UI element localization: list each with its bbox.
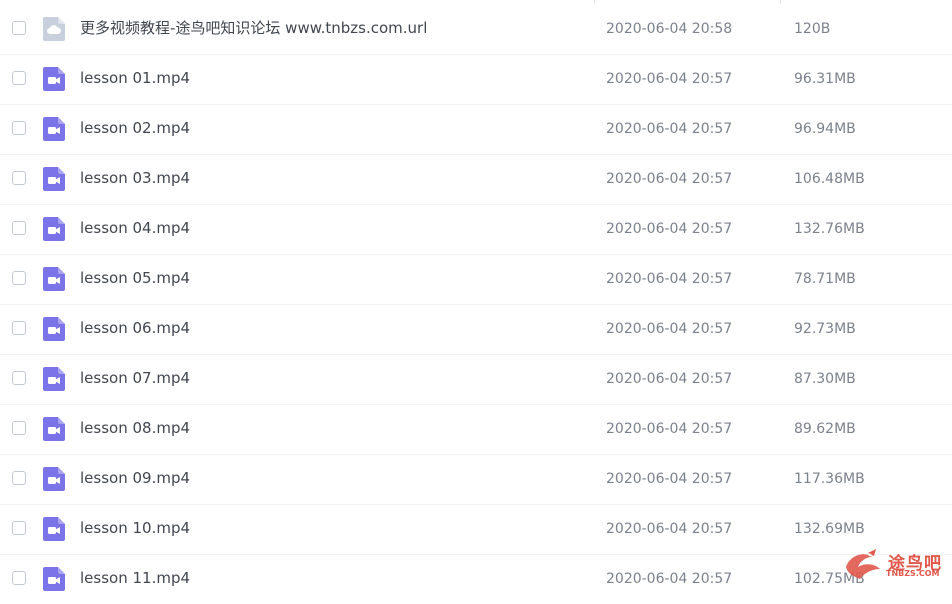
- file-name[interactable]: lesson 08.mp4: [80, 418, 190, 438]
- file-size: 120B: [794, 21, 831, 37]
- file-name[interactable]: lesson 09.mp4: [80, 468, 190, 488]
- row-checkbox[interactable]: [12, 71, 26, 85]
- file-name[interactable]: 更多视频教程-途鸟吧知识论坛 www.tnbzs.com.url: [80, 18, 427, 38]
- file-date: 2020-06-04 20:57: [606, 421, 733, 437]
- file-size: 87.30MB: [794, 371, 856, 387]
- file-row[interactable]: lesson 07.mp4 2020-06-04 20:57 87.30MB: [0, 354, 952, 404]
- file-date: 2020-06-04 20:57: [606, 271, 733, 287]
- row-checkbox[interactable]: [12, 471, 26, 485]
- file-date: 2020-06-04 20:57: [606, 71, 733, 87]
- file-date: 2020-06-04 20:57: [606, 521, 733, 537]
- file-row[interactable]: lesson 04.mp4 2020-06-04 20:57 132.76MB: [0, 204, 952, 254]
- video-file-icon: [43, 217, 65, 241]
- file-date: 2020-06-04 20:57: [606, 171, 733, 187]
- file-date: 2020-06-04 20:57: [606, 321, 733, 337]
- file-date: 2020-06-04 20:57: [606, 221, 733, 237]
- file-name[interactable]: lesson 05.mp4: [80, 268, 190, 288]
- file-size: 89.62MB: [794, 421, 856, 437]
- video-file-icon: [43, 317, 65, 341]
- file-row[interactable]: lesson 05.mp4 2020-06-04 20:57 78.71MB: [0, 254, 952, 304]
- file-date: 2020-06-04 20:57: [606, 121, 733, 137]
- file-date: 2020-06-04 20:57: [606, 471, 733, 487]
- file-row[interactable]: lesson 09.mp4 2020-06-04 20:57 117.36MB: [0, 454, 952, 504]
- file-row[interactable]: lesson 08.mp4 2020-06-04 20:57 89.62MB: [0, 404, 952, 454]
- file-name[interactable]: lesson 07.mp4: [80, 368, 190, 388]
- file-size: 106.48MB: [794, 171, 865, 187]
- video-file-icon: [43, 517, 65, 541]
- row-checkbox[interactable]: [12, 371, 26, 385]
- row-checkbox[interactable]: [12, 21, 26, 35]
- file-name[interactable]: lesson 04.mp4: [80, 218, 190, 238]
- file-size: 132.76MB: [794, 221, 865, 237]
- video-file-icon: [43, 67, 65, 91]
- file-row[interactable]: lesson 03.mp4 2020-06-04 20:57 106.48MB: [0, 154, 952, 204]
- file-name[interactable]: lesson 10.mp4: [80, 518, 190, 538]
- video-file-icon: [43, 117, 65, 141]
- file-name[interactable]: lesson 01.mp4: [80, 68, 190, 88]
- file-date: 2020-06-04 20:58: [606, 21, 733, 37]
- row-checkbox[interactable]: [12, 121, 26, 135]
- file-size: 96.94MB: [794, 121, 856, 137]
- file-size: 117.36MB: [794, 471, 865, 487]
- file-row[interactable]: lesson 10.mp4 2020-06-04 20:57 132.69MB: [0, 504, 952, 554]
- file-row[interactable]: lesson 02.mp4 2020-06-04 20:57 96.94MB: [0, 104, 952, 154]
- video-file-icon: [43, 567, 65, 591]
- file-date: 2020-06-04 20:57: [606, 571, 733, 587]
- file-list: 更多视频教程-途鸟吧知识论坛 www.tnbzs.com.url 2020-06…: [0, 4, 952, 604]
- file-size: 102.75MB: [794, 571, 865, 587]
- file-date: 2020-06-04 20:57: [606, 371, 733, 387]
- file-name[interactable]: lesson 02.mp4: [80, 118, 190, 138]
- file-size: 78.71MB: [794, 271, 856, 287]
- file-name[interactable]: lesson 06.mp4: [80, 318, 190, 338]
- video-file-icon: [43, 417, 65, 441]
- file-name[interactable]: lesson 11.mp4: [80, 568, 190, 588]
- file-size: 92.73MB: [794, 321, 856, 337]
- file-row[interactable]: 更多视频教程-途鸟吧知识论坛 www.tnbzs.com.url 2020-06…: [0, 4, 952, 54]
- video-file-icon: [43, 167, 65, 191]
- row-checkbox[interactable]: [12, 321, 26, 335]
- file-name[interactable]: lesson 03.mp4: [80, 168, 190, 188]
- row-checkbox[interactable]: [12, 171, 26, 185]
- file-row[interactable]: lesson 01.mp4 2020-06-04 20:57 96.31MB: [0, 54, 952, 104]
- file-size: 96.31MB: [794, 71, 856, 87]
- file-size: 132.69MB: [794, 521, 865, 537]
- row-checkbox[interactable]: [12, 571, 26, 585]
- file-row[interactable]: lesson 06.mp4 2020-06-04 20:57 92.73MB: [0, 304, 952, 354]
- file-row[interactable]: lesson 11.mp4 2020-06-04 20:57 102.75MB: [0, 554, 952, 604]
- row-checkbox[interactable]: [12, 271, 26, 285]
- video-file-icon: [43, 367, 65, 391]
- video-file-icon: [43, 467, 65, 491]
- row-checkbox[interactable]: [12, 221, 26, 235]
- row-checkbox[interactable]: [12, 521, 26, 535]
- video-file-icon: [43, 267, 65, 291]
- cloud-link-file-icon: [43, 17, 65, 41]
- row-checkbox[interactable]: [12, 421, 26, 435]
